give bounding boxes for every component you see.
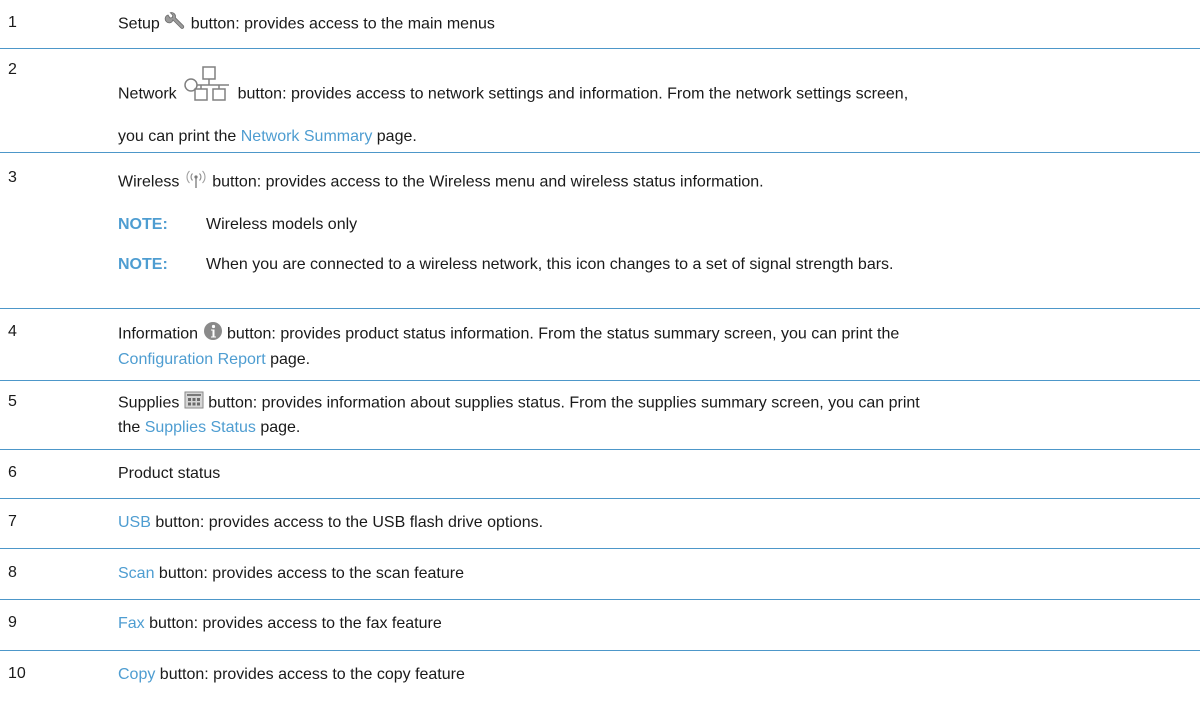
supplies-label: Supplies <box>118 394 180 412</box>
table-row: 1 Setup button: provides access to the m… <box>0 0 1200 49</box>
network-label: Network <box>118 85 177 103</box>
info-icon <box>203 321 223 348</box>
fax-desc: button: provides access to the fax featu… <box>144 615 442 632</box>
table-row: 5 Supplies button: provides information … <box>0 381 1200 450</box>
network-line-1: Network button: provides access to netwo… <box>118 66 1180 116</box>
table-row: 3 Wireless button: provides access to th… <box>0 153 1200 309</box>
supplies-icon <box>184 391 204 416</box>
note-text: When you are connected to a wireless net… <box>206 256 894 273</box>
note-label: NOTE: <box>118 256 168 273</box>
product-status-text: Product status <box>118 465 221 482</box>
information-desc: button: provides product status informat… <box>222 325 900 343</box>
network-post: page. <box>372 128 417 145</box>
setup-label: Setup <box>118 15 160 33</box>
row-number: 4 <box>8 323 17 340</box>
fax-link[interactable]: Fax <box>118 615 145 632</box>
copy-link[interactable]: Copy <box>118 666 155 683</box>
network-desc: button: provides access to network setti… <box>233 85 909 103</box>
row-number: 5 <box>8 393 17 410</box>
table-row: 10 Copy button: provides access to the c… <box>0 651 1200 702</box>
copy-desc: button: provides access to the copy feat… <box>155 666 465 683</box>
note-1: NOTE: Wireless models only <box>118 213 1180 236</box>
network-summary-link[interactable]: Network Summary <box>241 128 373 145</box>
network-icon <box>183 65 231 108</box>
wrench-icon <box>164 12 186 37</box>
row-number: 6 <box>8 464 17 481</box>
row-number: 8 <box>8 564 17 581</box>
table-row: 2 Network button: provides access to net… <box>0 49 1200 153</box>
wireless-icon <box>184 169 208 196</box>
wireless-desc: button: provides access to the Wireless … <box>207 173 764 191</box>
supplies-pre: the <box>118 419 145 436</box>
supplies-post: page. <box>255 419 301 436</box>
network-pre: you can print the <box>118 128 241 145</box>
usb-link[interactable]: USB <box>118 514 151 531</box>
note-text: Wireless models only <box>206 216 358 233</box>
note-label: NOTE: <box>118 216 168 233</box>
row-number: 9 <box>8 614 17 631</box>
table-row: 7 USB button: provides access to the USB… <box>0 499 1200 549</box>
row-number: 2 <box>8 61 17 78</box>
supplies-desc: button: provides information about suppl… <box>203 394 920 412</box>
table-row: 9 Fax button: provides access to the fax… <box>0 600 1200 651</box>
network-line-2: you can print the Network Summary page. <box>118 125 1180 148</box>
row-number: 10 <box>8 665 26 682</box>
table-row: 8 Scan button: provides access to the sc… <box>0 549 1200 600</box>
wireless-label: Wireless <box>118 173 180 191</box>
row-number: 7 <box>8 513 17 530</box>
supplies-status-link[interactable]: Supplies Status <box>145 419 256 436</box>
scan-link[interactable]: Scan <box>118 565 154 582</box>
usb-desc: button: provides access to the USB flash… <box>150 514 544 531</box>
information-label: Information <box>118 325 199 343</box>
row-number: 1 <box>8 14 17 31</box>
scan-desc: button: provides access to the scan feat… <box>154 565 464 582</box>
note-2: NOTE: When you are connected to a wireles… <box>118 253 1180 276</box>
row-number: 3 <box>8 169 17 186</box>
configuration-report-link[interactable]: Configuration Report <box>118 351 266 368</box>
table-row: 6 Product status <box>0 450 1200 499</box>
information-post: page. <box>265 351 311 368</box>
table-row: 4 Information button: provides product s… <box>0 309 1200 381</box>
setup-desc: button: provides access to the main menu… <box>186 15 495 33</box>
